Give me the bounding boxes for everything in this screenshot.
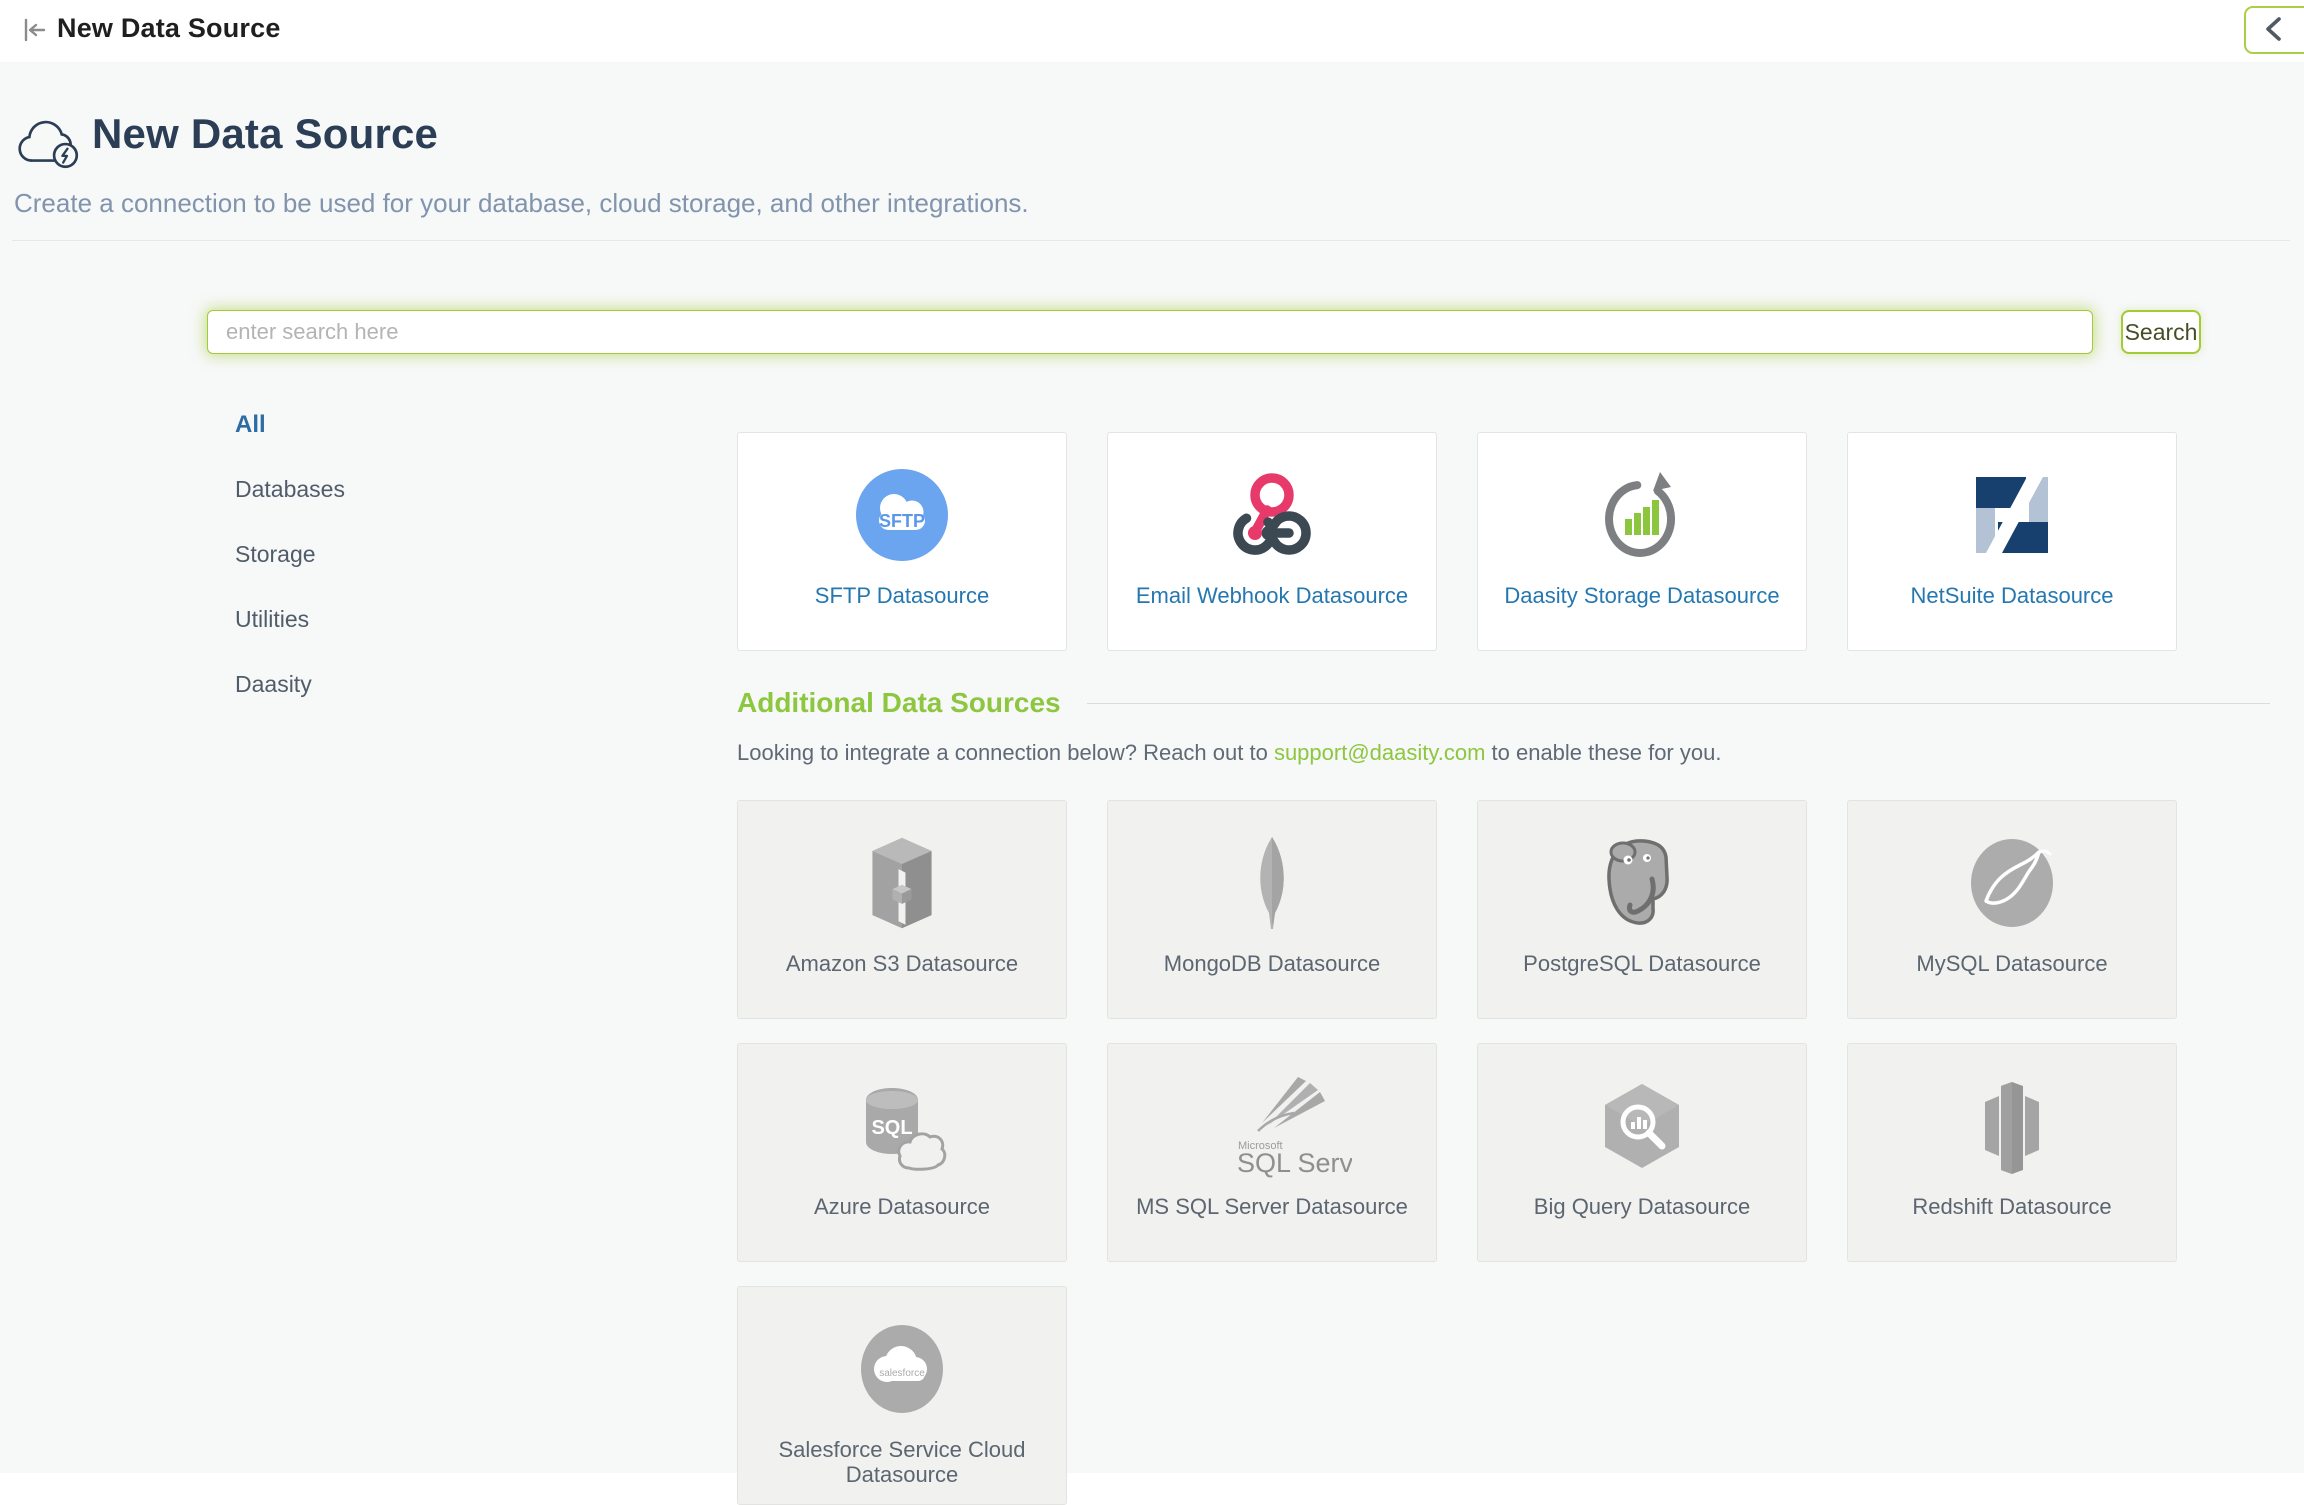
svg-text:SFTP: SFTP — [879, 511, 925, 531]
card-daasity-storage-datasource[interactable]: Daasity Storage Datasource — [1477, 432, 1807, 651]
additional-section-header: Additional Data Sources Looking to integ… — [737, 688, 2270, 766]
card-mysql-datasource[interactable]: MySQL Datasource — [1847, 800, 2177, 1019]
webhook-icon — [1220, 459, 1324, 571]
cloud-bolt-icon — [17, 114, 85, 175]
category-daasity[interactable]: Daasity — [235, 671, 345, 695]
page-subtitle: Create a connection to be used for your … — [14, 188, 1029, 219]
header-divider — [12, 240, 2290, 241]
main-content: New Data Source Create a connection to b… — [0, 62, 2304, 1473]
card-label: Daasity Storage Datasource — [1496, 583, 1787, 608]
svg-text:salesforce: salesforce — [879, 1368, 925, 1379]
category-all[interactable]: All — [235, 411, 345, 435]
note-text: to enable these for you. — [1485, 740, 1721, 765]
bigquery-icon — [1592, 1070, 1692, 1182]
card-label: PostgreSQL Datasource — [1515, 951, 1769, 976]
card-label: SFTP Datasource — [807, 583, 997, 608]
collapse-left-button[interactable] — [16, 14, 52, 48]
page-title: New Data Source — [92, 110, 438, 158]
support-email-link[interactable]: support@daasity.com — [1274, 740, 1485, 765]
panel-collapse-button[interactable] — [2244, 6, 2304, 54]
section-divider — [1087, 703, 2270, 704]
amazon-s3-icon — [862, 827, 942, 939]
card-label: MySQL Datasource — [1908, 951, 2115, 976]
mysql-dolphin-icon — [1964, 827, 2060, 939]
card-netsuite-datasource[interactable]: NetSuite Datasource — [1847, 432, 2177, 651]
netsuite-icon — [1962, 459, 2062, 571]
mongodb-leaf-icon — [1242, 827, 1302, 939]
card-redshift-datasource[interactable]: Redshift Datasource — [1847, 1043, 2177, 1262]
card-azure-datasource[interactable]: SQL Azure Datasource — [737, 1043, 1067, 1262]
card-label: MS SQL Server Datasource — [1128, 1194, 1416, 1219]
search-button[interactable]: Search — [2121, 310, 2201, 354]
card-mongodb-datasource[interactable]: MongoDB Datasource — [1107, 800, 1437, 1019]
card-label: Big Query Datasource — [1526, 1194, 1758, 1219]
card-label: Azure Datasource — [806, 1194, 998, 1219]
card-label: Redshift Datasource — [1904, 1194, 2119, 1219]
azure-sql-icon: SQL — [852, 1070, 952, 1182]
category-utilities[interactable]: Utilities — [235, 606, 345, 630]
additional-card-grid: Amazon S3 Datasource MongoDB Datasource — [737, 800, 2177, 1505]
card-label: Amazon S3 Datasource — [778, 951, 1026, 976]
svg-text:SQL: SQL — [871, 1117, 912, 1139]
note-text: Looking to integrate a connection below?… — [737, 740, 1274, 765]
daasity-storage-icon — [1590, 459, 1694, 571]
additional-section-note: Looking to integrate a connection below?… — [737, 740, 2270, 766]
svg-text:SQL Server: SQL Server — [1237, 1148, 1352, 1178]
card-label: NetSuite Datasource — [1903, 583, 2122, 608]
card-sftp-datasource[interactable]: SFTP SFTP Datasource — [737, 432, 1067, 651]
card-email-webhook-datasource[interactable]: Email Webhook Datasource — [1107, 432, 1437, 651]
category-list: All Databases Storage Utilities Daasity — [235, 411, 345, 736]
collapse-left-icon — [20, 16, 48, 47]
card-label: MongoDB Datasource — [1156, 951, 1388, 976]
card-salesforce-service-cloud-datasource[interactable]: salesforce Salesforce Service Cloud Data… — [737, 1286, 1067, 1505]
card-amazon-s3-datasource[interactable]: Amazon S3 Datasource — [737, 800, 1067, 1019]
category-storage[interactable]: Storage — [235, 541, 345, 565]
category-databases[interactable]: Databases — [235, 476, 345, 500]
ms-sql-server-icon: Microsoft SQL Server — [1192, 1070, 1352, 1182]
card-postgresql-datasource[interactable]: PostgreSQL Datasource — [1477, 800, 1807, 1019]
chevron-left-icon — [2262, 14, 2284, 47]
top-bar: New Data Source — [0, 0, 2304, 62]
additional-section-title: Additional Data Sources — [737, 688, 1061, 718]
card-ms-sql-server-datasource[interactable]: Microsoft SQL Server MS SQL Server Datas… — [1107, 1043, 1437, 1262]
card-label: Salesforce Service Cloud Datasource — [738, 1437, 1066, 1488]
sftp-cloud-icon: SFTP — [855, 459, 949, 571]
window-title: New Data Source — [57, 13, 281, 44]
search-input[interactable] — [207, 310, 2093, 354]
redshift-icon — [1967, 1070, 2057, 1182]
salesforce-cloud-icon: salesforce — [854, 1313, 950, 1425]
card-label: Email Webhook Datasource — [1128, 583, 1416, 608]
postgresql-elephant-icon — [1592, 827, 1692, 939]
card-big-query-datasource[interactable]: Big Query Datasource — [1477, 1043, 1807, 1262]
featured-card-grid: SFTP SFTP Datasource Email Webhook Datas… — [737, 432, 2177, 651]
